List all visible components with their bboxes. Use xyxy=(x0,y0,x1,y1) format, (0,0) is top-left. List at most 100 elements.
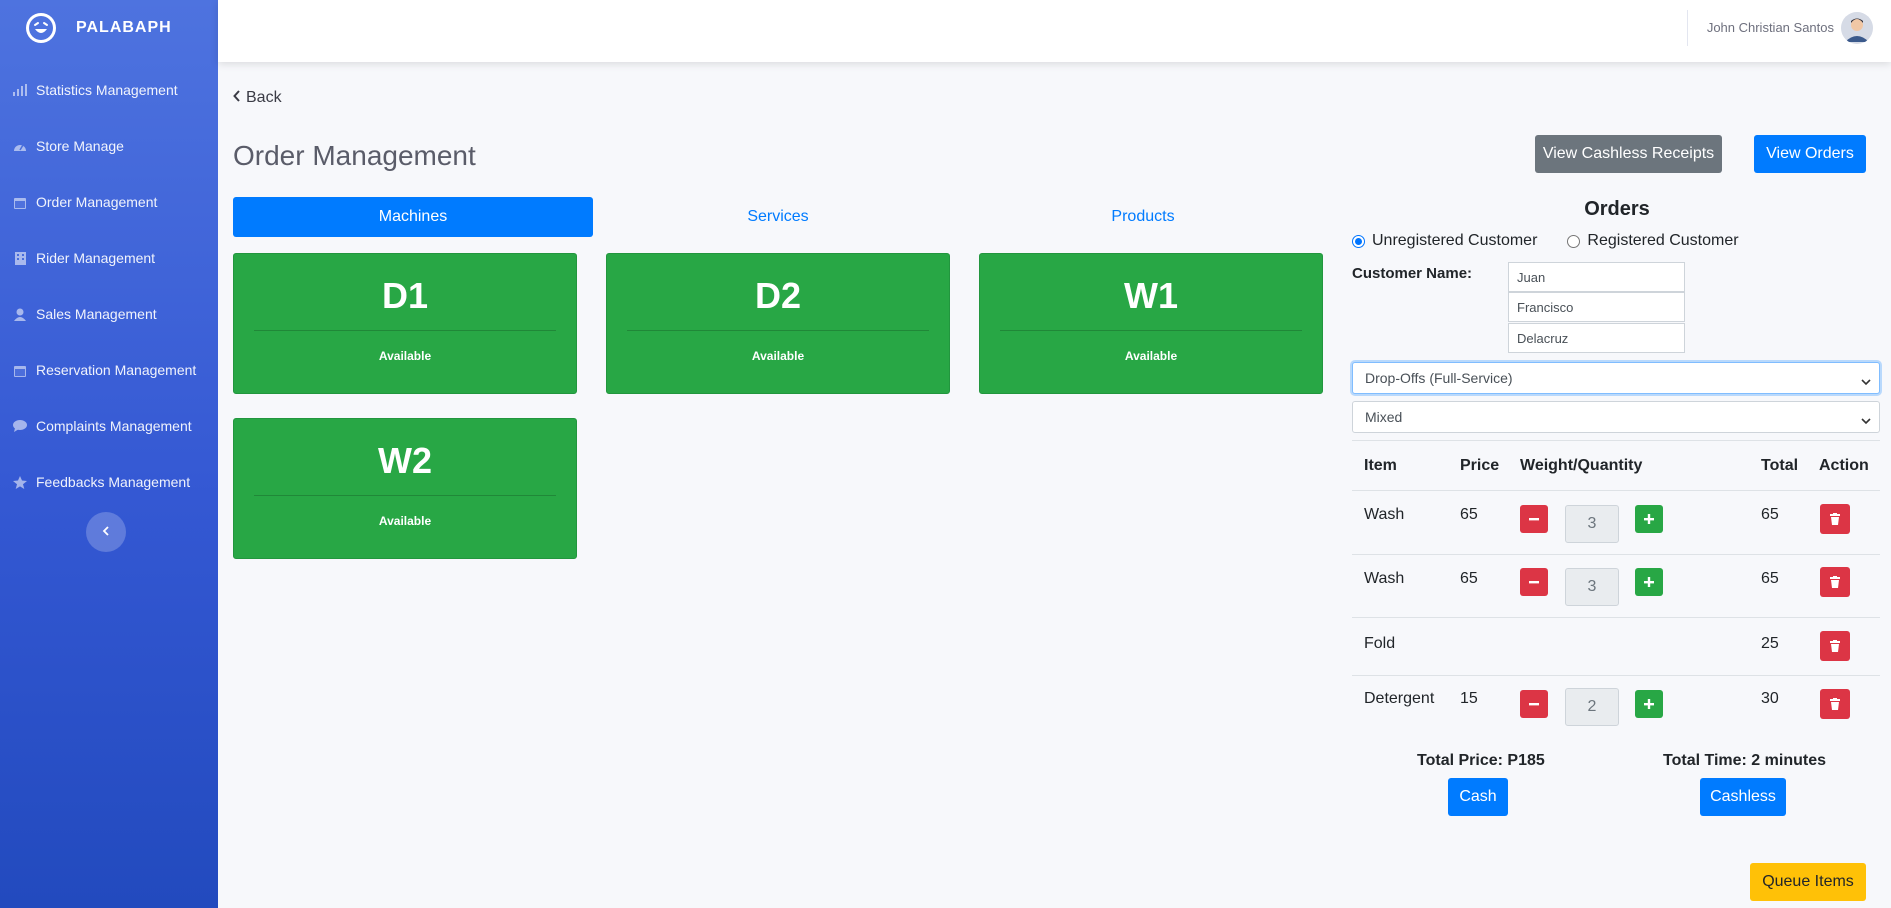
machine-name: W1 xyxy=(1124,275,1178,316)
cash-button[interactable]: Cash xyxy=(1448,778,1508,816)
sidebar-item-rider[interactable]: Rider Management xyxy=(0,230,218,286)
item-total: 25 xyxy=(1761,635,1779,652)
total-price: Total Price: P185 xyxy=(1417,752,1545,769)
first-name-field[interactable] xyxy=(1508,262,1685,292)
quantity-field[interactable]: 2 xyxy=(1565,688,1619,726)
select-value: Drop-Offs (Full-Service) xyxy=(1365,370,1513,386)
middle-name-field[interactable] xyxy=(1508,292,1685,322)
sidebar-item-label: Complaints Management xyxy=(36,418,192,434)
tab-products[interactable]: Products xyxy=(963,197,1323,237)
sidebar-item-label: Order Management xyxy=(36,194,158,210)
back-label: Back xyxy=(246,89,282,106)
decrease-quantity-button[interactable] xyxy=(1520,690,1548,718)
decrease-quantity-button[interactable] xyxy=(1520,568,1548,596)
item-name: Detergent xyxy=(1364,690,1435,707)
plus-icon xyxy=(1644,514,1654,524)
machine-card[interactable]: W2 Available xyxy=(233,418,577,559)
queue-items-button[interactable]: Queue Items xyxy=(1750,863,1866,901)
item-total: 65 xyxy=(1761,506,1779,523)
comment-icon xyxy=(12,418,28,434)
registered-customer-radio[interactable] xyxy=(1567,234,1581,248)
item-total: 30 xyxy=(1761,690,1779,707)
service-type-select[interactable]: Drop-Offs (Full-Service) xyxy=(1352,362,1880,394)
machine-status: Available xyxy=(378,349,432,363)
increase-quantity-button[interactable] xyxy=(1635,568,1663,596)
sidebar-toggle-button[interactable] xyxy=(86,512,126,552)
chevron-down-icon xyxy=(1861,412,1871,428)
item-price: 65 xyxy=(1460,570,1478,587)
column-header-action: Action xyxy=(1819,456,1869,474)
increase-quantity-button[interactable] xyxy=(1635,505,1663,533)
quantity-field[interactable]: 3 xyxy=(1565,568,1619,606)
radio-label: Registered Customer xyxy=(1587,232,1739,249)
chevron-down-icon xyxy=(1861,373,1871,389)
minus-icon xyxy=(1529,703,1539,706)
gauge-icon xyxy=(12,138,28,154)
user-name[interactable]: John Christian Santos xyxy=(1707,20,1834,35)
tab-bar: Machines Services Products xyxy=(233,197,1323,237)
machine-status: Available xyxy=(378,514,432,528)
back-link[interactable]: Back xyxy=(233,89,282,107)
machine-name: W2 xyxy=(378,440,432,481)
bar-chart-icon xyxy=(12,82,28,98)
item-total: 65 xyxy=(1761,570,1779,587)
sidebar-item-feedbacks[interactable]: Feedbacks Management xyxy=(0,454,218,510)
chevron-left-icon xyxy=(233,89,246,107)
table-row: Wash 65 3 65 xyxy=(1352,490,1880,554)
last-name-field[interactable] xyxy=(1508,323,1685,353)
machine-card[interactable]: W1 Available xyxy=(979,253,1323,394)
order-items-table: Item Price Weight/Quantity Total Action … xyxy=(1352,440,1880,733)
machine-name: D2 xyxy=(754,275,802,316)
divider xyxy=(254,495,556,496)
machine-card[interactable]: D1 Available xyxy=(233,253,577,394)
delete-item-button[interactable] xyxy=(1820,567,1850,597)
calendar-icon xyxy=(12,194,28,210)
sidebar-item-store[interactable]: Store Manage xyxy=(0,118,218,174)
column-header-item: Item xyxy=(1364,456,1397,474)
sidebar-item-label: Reservation Management xyxy=(36,362,197,378)
star-icon xyxy=(12,474,28,490)
unregistered-customer-radio[interactable] xyxy=(1352,234,1365,248)
brand[interactable]: PALABAPH xyxy=(0,0,218,56)
sidebar: PALABAPH Statistics Management Store Man… xyxy=(0,0,218,908)
avatar[interactable] xyxy=(1841,12,1873,44)
calendar-icon xyxy=(12,362,28,378)
item-name: Fold xyxy=(1364,635,1396,652)
delete-item-button[interactable] xyxy=(1820,504,1850,534)
delete-item-button[interactable] xyxy=(1820,689,1850,719)
cashless-button[interactable]: Cashless xyxy=(1700,778,1786,816)
decrease-quantity-button[interactable] xyxy=(1520,505,1548,533)
building-icon xyxy=(12,250,28,266)
view-cashless-receipts-button[interactable]: View Cashless Receipts xyxy=(1535,135,1722,173)
quantity-field[interactable]: 3 xyxy=(1565,505,1619,543)
minus-icon xyxy=(1529,518,1539,521)
plus-icon xyxy=(1644,577,1654,587)
customer-name-label: Customer Name: xyxy=(1352,265,1473,282)
divider xyxy=(627,330,929,331)
machine-card[interactable]: D2 Available xyxy=(606,253,950,394)
tab-services[interactable]: Services xyxy=(598,197,958,237)
sidebar-item-sales[interactable]: Sales Management xyxy=(0,286,218,342)
total-time: Total Time: 2 minutes xyxy=(1663,752,1826,769)
column-header-total: Total xyxy=(1761,456,1799,474)
minus-icon xyxy=(1529,581,1539,584)
item-name: Wash xyxy=(1364,570,1405,587)
trash-icon xyxy=(1830,513,1840,525)
column-header-weight-quantity: Weight/Quantity xyxy=(1520,456,1643,474)
increase-quantity-button[interactable] xyxy=(1635,690,1663,718)
sidebar-item-label: Rider Management xyxy=(36,250,156,266)
sidebar-item-label: Statistics Management xyxy=(36,82,178,98)
radio-label: Unregistered Customer xyxy=(1372,232,1538,249)
sidebar-item-reservation[interactable]: Reservation Management xyxy=(0,342,218,398)
sidebar-item-complaints[interactable]: Complaints Management xyxy=(0,398,218,454)
topbar-divider xyxy=(1687,10,1688,46)
brand-name: PALABAPH xyxy=(76,19,172,36)
tab-machines[interactable]: Machines xyxy=(233,197,593,237)
topbar: John Christian Santos xyxy=(218,0,1891,62)
view-orders-button[interactable]: View Orders xyxy=(1754,135,1866,173)
load-type-select[interactable]: Mixed xyxy=(1352,401,1880,433)
customer-type-group: Unregistered Customer Registered Custome… xyxy=(1352,232,1769,250)
sidebar-item-order[interactable]: Order Management xyxy=(0,174,218,230)
sidebar-item-statistics[interactable]: Statistics Management xyxy=(0,62,218,118)
delete-item-button[interactable] xyxy=(1820,631,1850,661)
